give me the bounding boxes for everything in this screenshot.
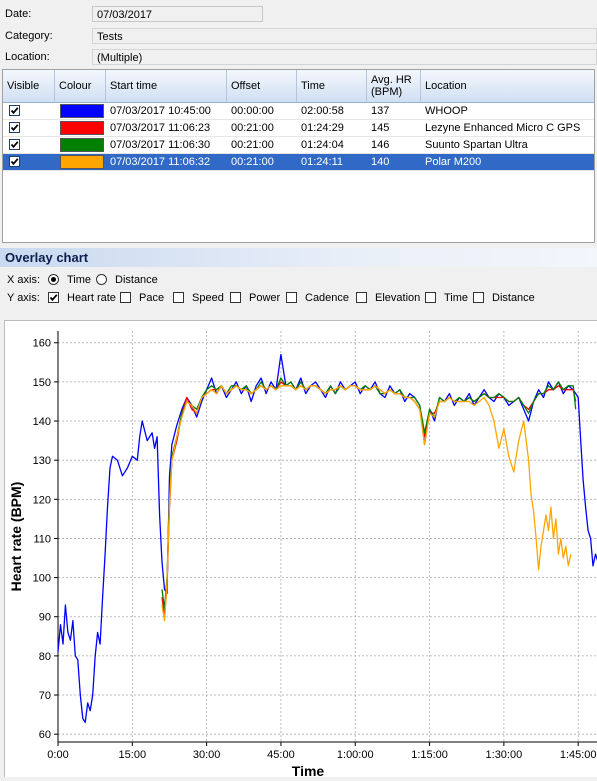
category-row: Category: Tests — [0, 26, 597, 46]
y-axis-option-label[interactable]: Cadence — [305, 292, 349, 304]
x-tick-label: 30:00 — [193, 749, 221, 761]
overlay-chart-title: Overlay chart — [5, 250, 89, 265]
x-axis-options: X axis: Time Distance — [0, 272, 597, 288]
offset-cell: 00:21:00 — [231, 156, 274, 168]
location-cell: WHOOP — [425, 105, 468, 117]
avg-hr-cell: 140 — [371, 156, 390, 168]
table-row[interactable]: 07/03/2017 10:45:00 00:00:00 02:00:58 137 WH… — [3, 103, 594, 120]
heart-rate-chart-svg: 60 70 80 90 100 110 120 130 140 150 160 0:00 15:00 30… — [8, 331, 597, 779]
location-label: Location: — [5, 51, 50, 63]
y-tick-label: 140 — [33, 416, 51, 428]
date-label: Date: — [5, 8, 32, 20]
offset-cell: 00:21:00 — [231, 122, 274, 134]
y-tick-label: 100 — [33, 573, 51, 585]
x-axis-title: Time — [292, 763, 325, 778]
date-row: Date: 07/03/2017 — [0, 4, 597, 24]
column-header-visible[interactable]: Visible — [3, 70, 55, 102]
colour-swatch[interactable] — [60, 155, 104, 169]
time-cell: 01:24:29 — [301, 122, 344, 134]
x-tick-label: 45:00 — [267, 749, 295, 761]
x-tick-label: 0:00 — [47, 749, 68, 761]
overlay-chart-title-bar: Overlay chart — [0, 248, 597, 267]
time-cell: 02:00:58 — [301, 105, 344, 117]
y-axis-option-checkbox[interactable] — [286, 292, 297, 303]
x-axis-time-label[interactable]: Time — [67, 274, 91, 286]
heart-rate-chart: 60 70 80 90 100 110 120 130 140 150 160 0:00 15:00 30… — [4, 320, 597, 779]
column-header-offset[interactable]: Offset — [227, 70, 297, 102]
offset-cell: 00:00:00 — [231, 105, 274, 117]
x-tick-label: 1:30:00 — [486, 749, 523, 761]
start-time-cell: 07/03/2017 11:06:23 — [110, 122, 211, 134]
x-axis-label: X axis: — [7, 274, 41, 286]
y-axis-option-label[interactable]: Speed — [192, 292, 224, 304]
colour-swatch[interactable] — [60, 104, 104, 118]
date-field[interactable]: 07/03/2017 — [92, 6, 263, 22]
time-cell: 01:24:04 — [301, 139, 344, 151]
y-axis-option-checkbox[interactable] — [356, 292, 367, 303]
x-axis-distance-radio[interactable] — [96, 274, 107, 285]
y-axis-option-label[interactable]: Elevation — [375, 292, 420, 304]
x-tick-label: 15:00 — [119, 749, 147, 761]
y-axis-option-checkbox[interactable] — [230, 292, 241, 303]
y-tick-label: 120 — [33, 494, 51, 506]
category-field[interactable]: Tests — [92, 28, 597, 44]
y-axis-option-checkbox[interactable] — [120, 292, 131, 303]
x-tick-label: 1:00:00 — [337, 749, 374, 761]
avg-hr-cell: 146 — [371, 139, 390, 151]
location-cell: Suunto Spartan Ultra — [425, 139, 528, 151]
category-label: Category: — [5, 30, 53, 42]
table-row[interactable]: 07/03/2017 11:06:23 00:21:00 01:24:29 145 Le… — [3, 120, 594, 137]
y-tick-label: 130 — [33, 455, 51, 467]
y-axis-option-label[interactable]: Time — [444, 292, 468, 304]
y-axis-option-label[interactable]: Distance — [492, 292, 535, 304]
x-tick-label: 1:45:00 — [560, 749, 597, 761]
y-axis-label: Y axis: — [7, 292, 40, 304]
location-field[interactable]: (Multiple) — [92, 49, 597, 65]
column-header-location[interactable]: Location — [421, 70, 594, 102]
start-time-cell: 07/03/2017 11:06:30 — [110, 139, 211, 151]
x-axis-distance-label[interactable]: Distance — [115, 274, 158, 286]
avg-hr-cell: 137 — [371, 105, 390, 117]
y-axis-option-label[interactable]: Power — [249, 292, 280, 304]
x-tick-label: 1:15:00 — [411, 749, 448, 761]
colour-swatch[interactable] — [60, 138, 104, 152]
y-tick-label: 160 — [33, 338, 51, 350]
y-axis-option-checkbox[interactable] — [173, 292, 184, 303]
y-tick-label: 90 — [39, 612, 51, 624]
y-axis-title: Heart rate (BPM) — [8, 482, 24, 592]
colour-swatch[interactable] — [60, 121, 104, 135]
visible-checkbox[interactable] — [9, 139, 20, 150]
y-axis-option-checkbox[interactable] — [48, 292, 59, 303]
y-axis-option-label[interactable]: Heart rate — [67, 292, 116, 304]
avg-hr-cell: 145 — [371, 122, 390, 134]
grid-header: Visible Colour Start time Offset Time Av… — [3, 70, 594, 103]
table-row[interactable]: 07/03/2017 11:06:30 00:21:00 01:24:04 146 Su… — [3, 137, 594, 154]
location-cell: Polar M200 — [425, 156, 482, 168]
time-cell: 01:24:11 — [301, 156, 344, 168]
visible-checkbox[interactable] — [9, 105, 20, 116]
visible-checkbox[interactable] — [9, 156, 20, 167]
y-tick-label: 110 — [33, 533, 51, 545]
y-tick-label: 60 — [39, 729, 51, 741]
location-cell: Lezyne Enhanced Micro C GPS — [425, 122, 581, 134]
visible-checkbox[interactable] — [9, 122, 20, 133]
y-axis-options: Y axis: Heart rate Pace Speed Power Cadence E… — [0, 290, 597, 306]
column-header-colour[interactable]: Colour — [55, 70, 106, 102]
activities-grid: Visible Colour Start time Offset Time Av… — [2, 69, 595, 243]
start-time-cell: 07/03/2017 11:06:32 — [110, 156, 211, 168]
y-axis-option-label[interactable]: Pace — [139, 292, 164, 304]
column-header-time[interactable]: Time — [297, 70, 367, 102]
table-row[interactable]: 07/03/2017 11:06:32 00:21:00 01:24:11 140 Po… — [3, 154, 594, 171]
y-tick-label: 80 — [39, 651, 51, 663]
column-header-avg-hr[interactable]: Avg. HR (BPM) — [367, 70, 421, 102]
start-time-cell: 07/03/2017 10:45:00 — [110, 105, 211, 117]
location-row: Location: (Multiple) — [0, 47, 597, 67]
x-axis-time-radio[interactable] — [48, 274, 59, 285]
y-tick-label: 70 — [39, 690, 51, 702]
y-axis-option-checkbox[interactable] — [473, 292, 484, 303]
y-axis-option-checkbox[interactable] — [425, 292, 436, 303]
y-tick-label: 150 — [33, 377, 51, 389]
column-header-start-time[interactable]: Start time — [106, 70, 227, 102]
offset-cell: 00:21:00 — [231, 139, 274, 151]
